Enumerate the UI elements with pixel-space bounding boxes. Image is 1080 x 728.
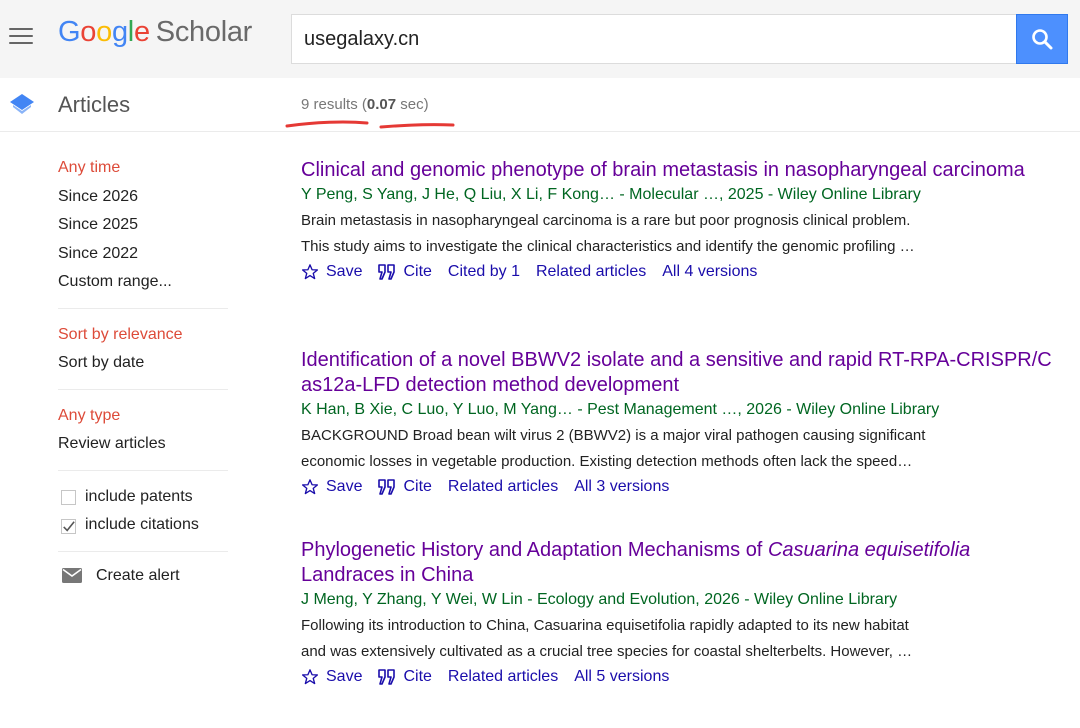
cite-label: Cite bbox=[403, 263, 432, 280]
snippet-line: and was extensively cultivated as a cruc… bbox=[301, 642, 913, 660]
cite-label: Cite bbox=[403, 668, 432, 685]
result-actions: Save Cite Related articles All 3 version… bbox=[301, 478, 1061, 496]
cite-button[interactable]: Cite bbox=[378, 668, 432, 686]
articles-icon bbox=[10, 94, 34, 114]
star-icon bbox=[301, 669, 319, 685]
google-scholar-logo[interactable]: Google Scholar bbox=[58, 16, 252, 49]
include-citations-label: include citations bbox=[85, 516, 199, 533]
search-result: Phylogenetic History and Adaptation Mech… bbox=[301, 538, 1061, 728]
save-label: Save bbox=[326, 263, 363, 280]
cited-by-link[interactable]: Cited by 1 bbox=[448, 263, 520, 281]
result-snippet: Following its introduction to China, Cas… bbox=[301, 613, 1061, 664]
result-authors-source: K Han, B Xie, C Luo, Y Luo, M Yang… - Pe… bbox=[301, 401, 940, 418]
save-button[interactable]: Save bbox=[301, 478, 362, 496]
red-underline-annotation bbox=[285, 120, 455, 129]
all-versions-link[interactable]: All 3 versions bbox=[574, 478, 669, 496]
divider bbox=[58, 550, 228, 552]
results-list: Clinical and genomic phenotype of brain … bbox=[301, 158, 1061, 728]
star-icon bbox=[301, 479, 319, 495]
divider bbox=[58, 388, 228, 390]
filter-any-type[interactable]: Any type bbox=[58, 402, 233, 431]
filter-since-2025[interactable]: Since 2025 bbox=[58, 211, 233, 240]
cite-label: Cite bbox=[403, 478, 432, 495]
quote-icon bbox=[378, 669, 396, 685]
include-patents-label: include patents bbox=[85, 487, 193, 505]
sort-by-relevance[interactable]: Sort by relevance bbox=[58, 321, 233, 350]
search-input[interactable] bbox=[292, 15, 1017, 63]
search-button[interactable] bbox=[1016, 14, 1068, 64]
include-patents-option[interactable]: include patents bbox=[58, 483, 233, 512]
snippet-line: economic losses in vegetable production.… bbox=[301, 452, 913, 470]
section-label: Articles bbox=[58, 92, 131, 117]
snippet-line: BACKGROUND Broad bean wilt virus 2 (BBWV… bbox=[301, 427, 926, 444]
related-articles-link[interactable]: Related articles bbox=[536, 263, 646, 281]
related-articles-link[interactable]: Related articles bbox=[448, 478, 558, 496]
title-text: Landraces in China bbox=[301, 564, 474, 586]
filter-since-2026[interactable]: Since 2026 bbox=[58, 183, 233, 212]
include-citations-option[interactable]: include citations bbox=[58, 511, 233, 540]
snippet-line: This study aims to investigate the clini… bbox=[301, 237, 915, 255]
include-patents-checkbox[interactable] bbox=[61, 490, 76, 506]
result-count: 9 results (0.07 sec) bbox=[301, 96, 429, 113]
all-versions-link[interactable]: All 5 versions bbox=[574, 668, 669, 686]
divider bbox=[58, 307, 228, 309]
save-button[interactable]: Save bbox=[301, 668, 362, 686]
envelope-icon bbox=[62, 568, 82, 583]
result-authors-source: J Meng, Y Zhang, Y Wei, W Lin - Ecology … bbox=[301, 591, 898, 608]
search-result: Clinical and genomic phenotype of brain … bbox=[301, 158, 1061, 348]
result-actions: Save Cite Cited by 1 Related articles Al… bbox=[301, 263, 1061, 281]
result-snippet: BACKGROUND Broad bean wilt virus 2 (BBWV… bbox=[301, 423, 1061, 474]
result-snippet: Brain metastasis in nasopharyngeal carci… bbox=[301, 208, 1061, 259]
search-icon bbox=[1032, 29, 1053, 50]
search-box bbox=[291, 14, 1017, 64]
quote-icon bbox=[378, 479, 396, 495]
cite-button[interactable]: Cite bbox=[378, 478, 432, 496]
result-title-link[interactable]: Phylogenetic History and Adaptation Mech… bbox=[301, 538, 1061, 588]
save-label: Save bbox=[326, 478, 363, 495]
snippet-line: Following its introduction to China, Cas… bbox=[301, 617, 909, 634]
title-species-name: Casuarina equisetifolia bbox=[767, 539, 971, 561]
sort-by-date[interactable]: Sort by date bbox=[58, 349, 233, 378]
snippet-line: Brain metastasis in nasopharyngeal carci… bbox=[301, 212, 911, 229]
cite-button[interactable]: Cite bbox=[378, 263, 432, 281]
filter-custom-range[interactable]: Custom range... bbox=[58, 268, 233, 297]
filter-sidebar: Any time Since 2026 Since 2025 Since 202… bbox=[58, 132, 233, 585]
create-alert-label: Create alert bbox=[96, 566, 180, 584]
hamburger-menu-icon[interactable] bbox=[9, 28, 33, 44]
subheader-bar: Articles 9 results (0.07 sec) bbox=[0, 78, 1080, 132]
result-title-link[interactable]: Clinical and genomic phenotype of brain … bbox=[301, 158, 1061, 183]
result-title-link[interactable]: Identification of a novel BBWV2 isolate … bbox=[301, 348, 1061, 398]
title-text: Phylogenetic History and Adaptation Mech… bbox=[301, 539, 768, 561]
save-button[interactable]: Save bbox=[301, 263, 362, 281]
result-authors-source: Y Peng, S Yang, J He, Q Liu, X Li, F Kon… bbox=[301, 186, 921, 203]
all-versions-link[interactable]: All 4 versions bbox=[662, 263, 757, 281]
filter-since-2022[interactable]: Since 2022 bbox=[58, 240, 233, 269]
result-actions: Save Cite Related articles All 5 version… bbox=[301, 668, 1061, 686]
include-citations-checkbox[interactable] bbox=[61, 518, 76, 534]
quote-icon bbox=[378, 264, 396, 280]
search-result: Identification of a novel BBWV2 isolate … bbox=[301, 348, 1061, 538]
filter-review-articles[interactable]: Review articles bbox=[58, 430, 233, 459]
top-bar: Google Scholar bbox=[0, 0, 1080, 78]
related-articles-link[interactable]: Related articles bbox=[448, 668, 558, 686]
save-label: Save bbox=[326, 668, 363, 685]
divider bbox=[58, 469, 228, 471]
filter-any-time[interactable]: Any time bbox=[58, 154, 233, 183]
star-icon bbox=[301, 264, 319, 280]
create-alert-link[interactable]: Create alert bbox=[58, 567, 233, 585]
checkmark-icon bbox=[63, 520, 75, 532]
